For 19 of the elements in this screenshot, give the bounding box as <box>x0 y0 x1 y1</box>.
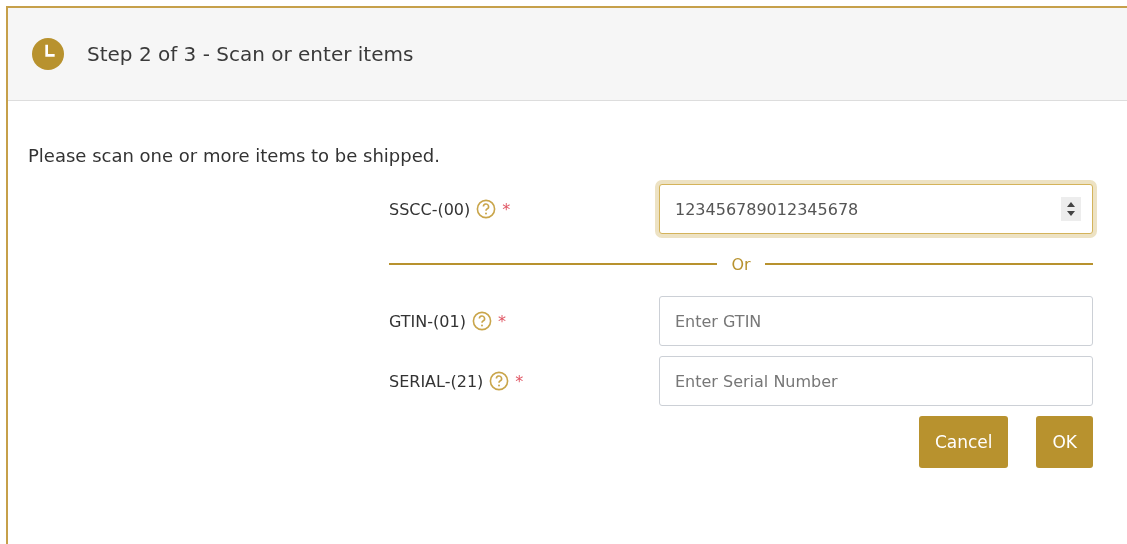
clock-icon <box>32 38 64 70</box>
help-icon[interactable] <box>471 311 492 331</box>
input-field[interactable]: Enter Serial Number <box>659 356 1093 406</box>
required-mark: * <box>515 371 524 391</box>
field-label: SERIAL-(21) <box>389 371 484 391</box>
help-icon[interactable] <box>489 371 510 391</box>
required-mark: * <box>502 199 511 219</box>
dialog-button[interactable]: Cancel <box>918 416 1009 468</box>
help-icon[interactable] <box>476 199 497 219</box>
required-mark: * <box>497 311 506 331</box>
field-label: SSCC-(00) <box>389 199 471 219</box>
spinner-icon[interactable] <box>1061 197 1081 221</box>
field-label: GTIN-(01) <box>389 311 466 331</box>
input-field[interactable]: Enter GTIN <box>659 296 1093 346</box>
instruction-text: Please scan one or more items to be shipped. <box>28 145 441 166</box>
divider-label: Or <box>731 254 751 274</box>
dialog-button[interactable]: OK <box>1036 416 1093 468</box>
input-field[interactable]: 123456789012345678 <box>659 184 1093 234</box>
dialog-title: Step 2 of 3 - Scan or enter items <box>87 42 414 66</box>
